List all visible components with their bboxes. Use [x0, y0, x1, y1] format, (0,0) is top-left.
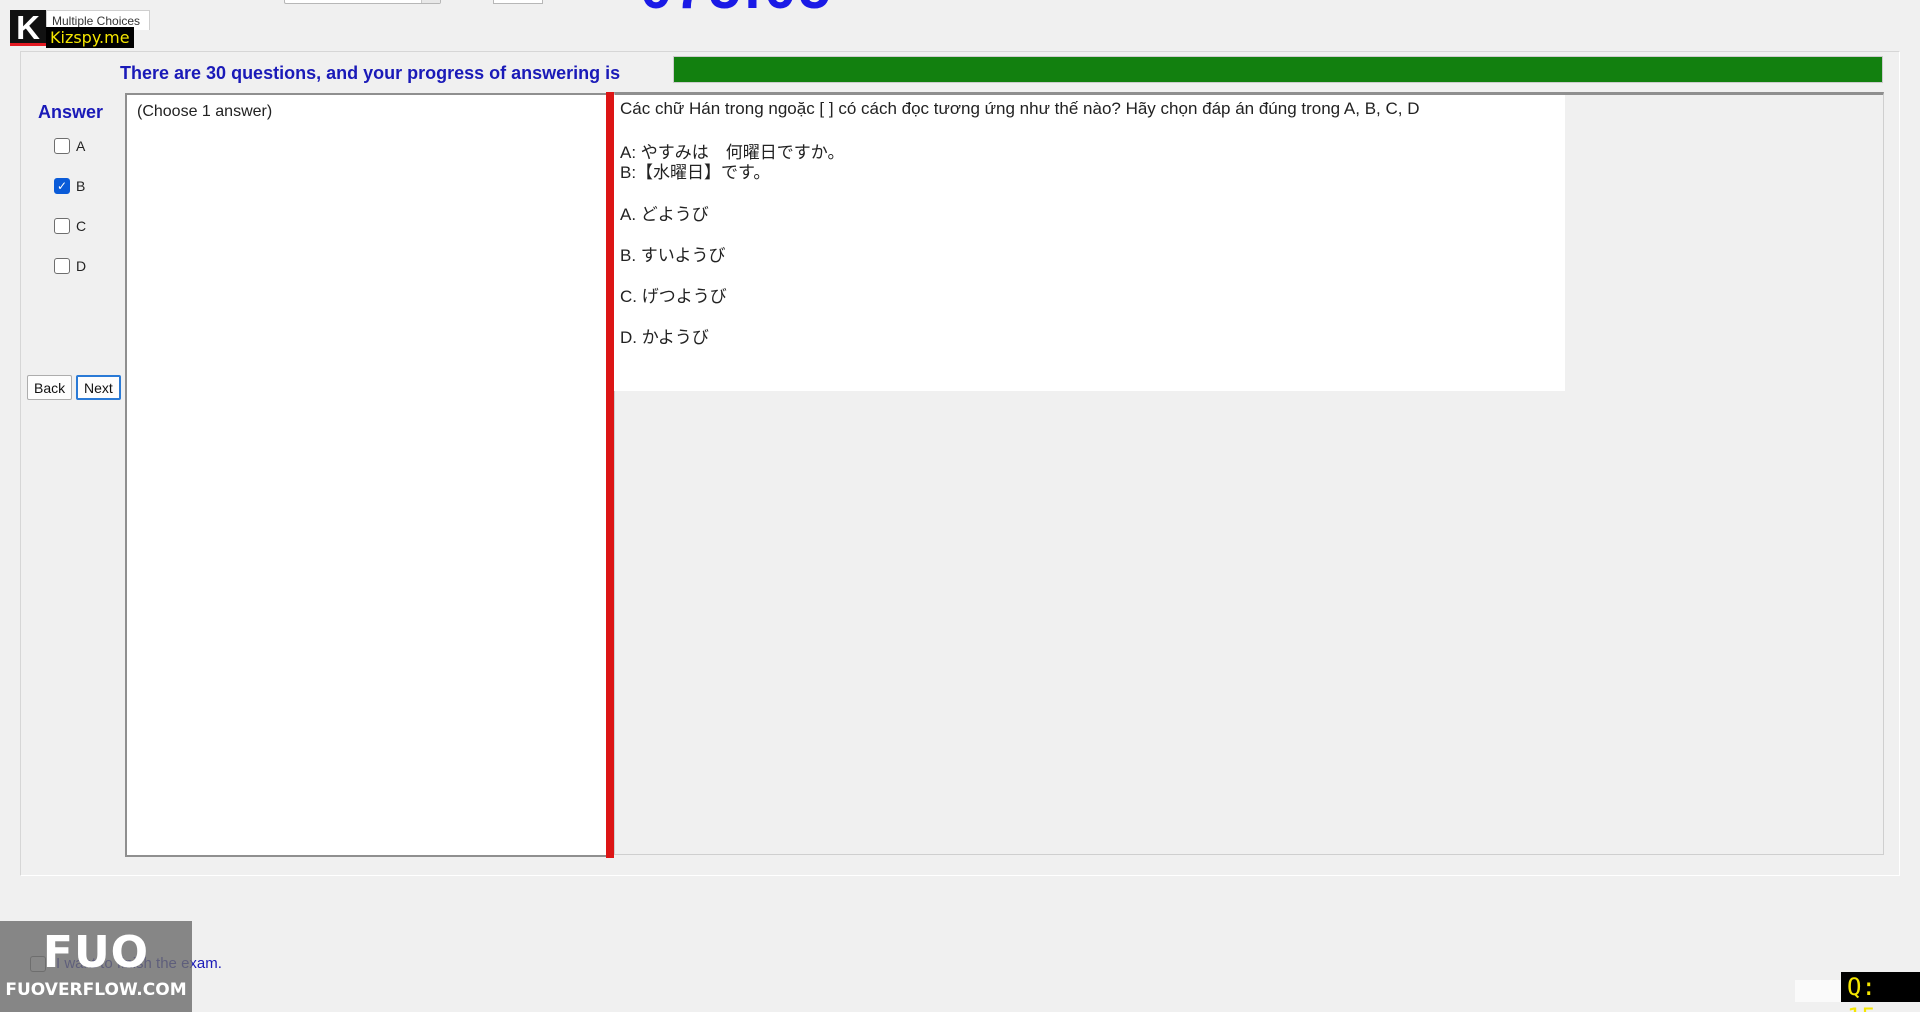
fuoverflow-watermark: FUO FUOVERFLOW.COM: [0, 921, 192, 1012]
answer-option-label: D: [76, 258, 87, 274]
exam-timer: 075:05: [640, 0, 833, 18]
choice-c: C. げつようび: [620, 287, 727, 306]
answer-option-c[interactable]: C: [54, 218, 86, 234]
answer-option-d[interactable]: D: [54, 258, 86, 274]
fuoverflow-text: FUOVERFLOW.COM: [5, 980, 187, 1000]
dialogue-line-b: B:【水曜日】です。: [620, 163, 771, 182]
answer-checkbox-d[interactable]: [54, 258, 70, 274]
answer-option-label: C: [76, 218, 87, 234]
answer-option-label: B: [76, 178, 86, 194]
question-counter: Q: 15: [1841, 972, 1920, 1012]
next-button[interactable]: Next: [76, 375, 121, 400]
kizspy-logo: K Multiple Choices Kizspy.me: [10, 10, 150, 48]
progress-bar: [673, 56, 1883, 83]
fuo-logo: FUO: [42, 927, 150, 978]
choice-b: B. すいようび: [620, 246, 726, 265]
progress-bar-fill: [674, 57, 1882, 82]
back-button[interactable]: Back: [27, 375, 73, 400]
kizspy-watermark-text: Kizspy.me: [46, 27, 134, 48]
answer-checkbox-b[interactable]: ✓: [54, 178, 70, 194]
answer-checkbox-a[interactable]: [54, 138, 70, 154]
k-logo-icon: K: [10, 10, 46, 46]
answer-checkbox-c[interactable]: [54, 218, 70, 234]
status-field: [1795, 980, 1843, 1002]
top-small-field[interactable]: [493, 0, 543, 4]
answer-option-a[interactable]: A: [54, 138, 85, 154]
question-content: Các chữ Hán trong ngoặc [ ] có cách đọc …: [614, 95, 1565, 391]
progress-label: There are 30 questions, and your progres…: [120, 63, 621, 83]
choose-answer-hint: (Choose 1 answer): [137, 103, 273, 120]
answer-option-label: A: [76, 138, 86, 154]
choice-a: A. どようび: [620, 205, 709, 224]
answer-hint-box: (Choose 1 answer): [125, 93, 609, 857]
question-prompt: Các chữ Hán trong ngoặc [ ] có cách đọc …: [620, 99, 1420, 118]
top-combo-box[interactable]: [284, 0, 441, 4]
panel-splitter[interactable]: [606, 92, 614, 858]
answer-heading: Answer: [38, 102, 104, 122]
answer-option-b[interactable]: ✓ B: [54, 178, 85, 194]
choice-d: D. かようび: [620, 328, 709, 347]
